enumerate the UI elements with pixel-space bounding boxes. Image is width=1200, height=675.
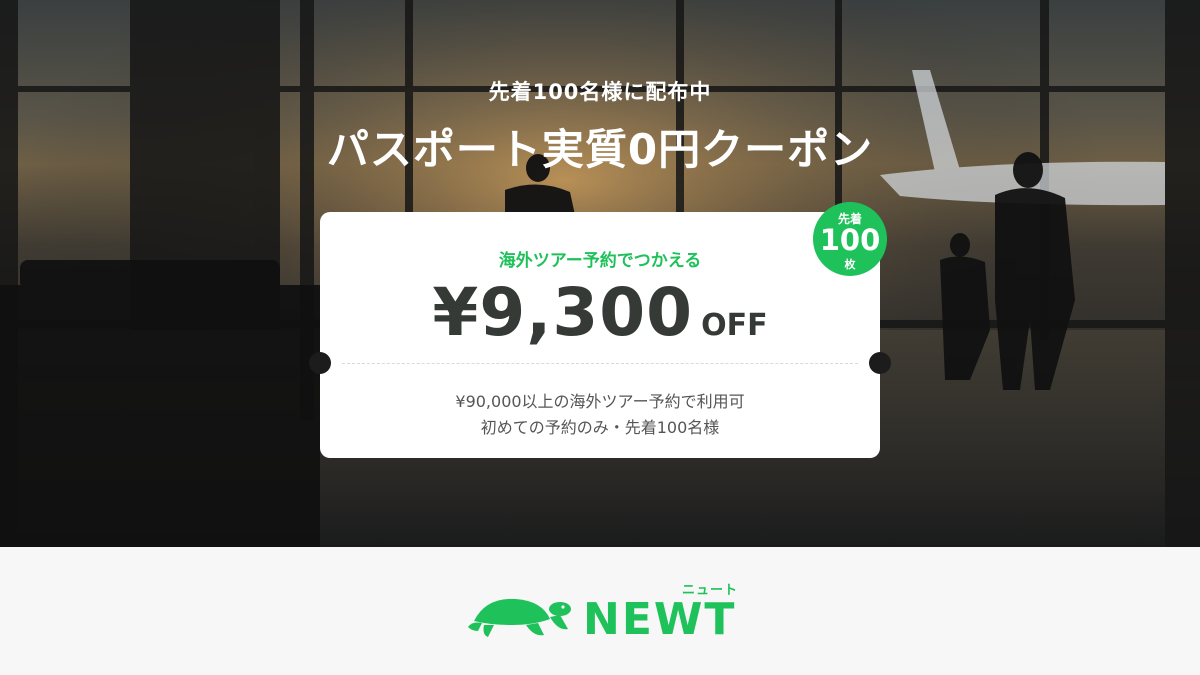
badge-unit: 枚: [844, 258, 856, 271]
coupon-off-label: OFF: [701, 308, 768, 343]
badge-number: 100: [819, 223, 881, 257]
logo-kana: ニュート: [682, 583, 739, 598]
coupon-subtitle: 海外ツアー予約でつかえる: [498, 251, 702, 271]
turtle-logo-icon: [468, 598, 571, 637]
coupon-condition-2: 初めての予約のみ・先着100名様: [480, 418, 720, 437]
coupon-notch-right: [869, 352, 891, 374]
campaign-kicker: 先着100名様に配布中: [488, 80, 712, 104]
coupon-card[interactable]: 海外ツアー予約でつかえる ¥9,300 OFF ¥90,000以上の海外ツアー予約…: [309, 212, 891, 458]
campaign-headline: パスポート実質0円クーポン: [326, 125, 874, 174]
coupon-amount-row: ¥9,300 OFF: [320, 274, 880, 351]
coupon-divider: [342, 363, 858, 364]
limited-count-badge: 先着 100 枚: [813, 202, 887, 276]
logo-wordmark: NEWT: [583, 594, 737, 645]
hero-banner: 先着100名様に配布中 パスポート実質0円クーポン 海外ツアー予約でつかえる ¥…: [0, 0, 1200, 547]
footer: NEWT ニュート: [0, 547, 1200, 675]
coupon-notch-left: [309, 352, 331, 374]
coupon-condition-1: ¥90,000以上の海外ツアー予約で利用可: [455, 392, 745, 411]
coupon-amount: ¥9,300: [432, 274, 694, 351]
